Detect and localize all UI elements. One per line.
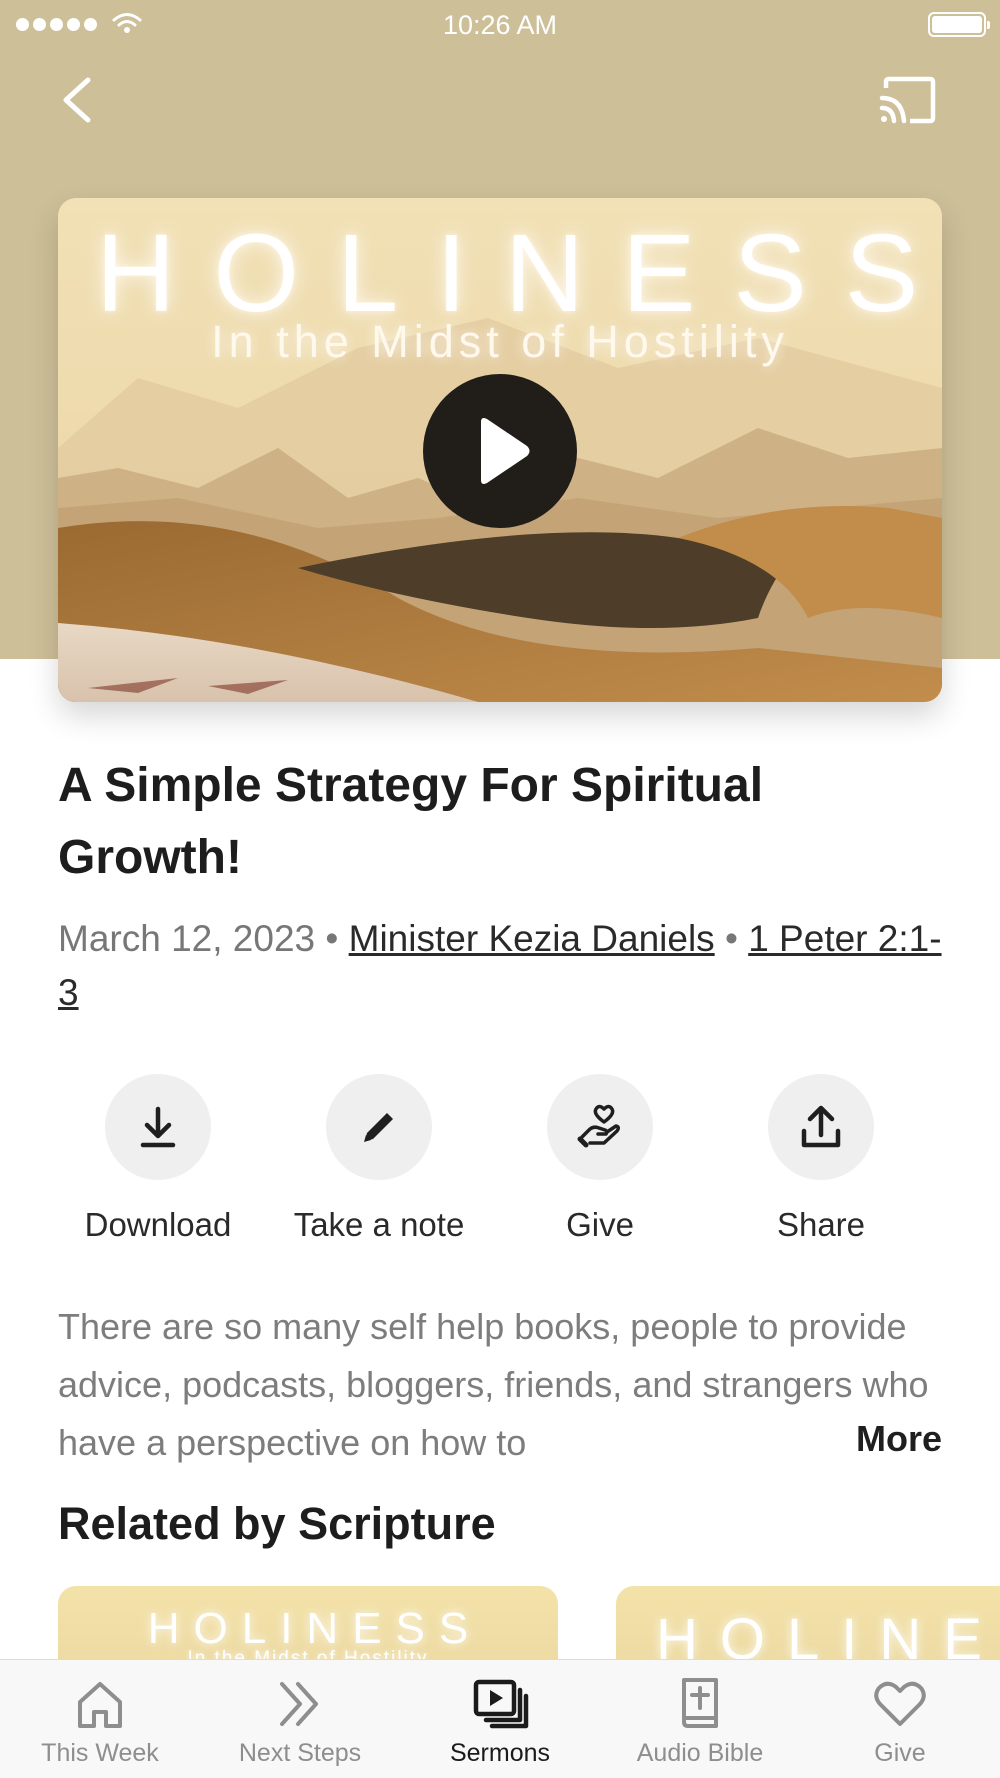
tab-sermons[interactable]: Sermons bbox=[400, 1660, 600, 1778]
tab-label: Sermons bbox=[449, 1739, 551, 1767]
sermon-date: March 12, 2023 bbox=[58, 918, 316, 959]
download-button[interactable]: Download bbox=[58, 1074, 258, 1244]
take-a-note-label: Take a note bbox=[293, 1206, 465, 1243]
share-label: Share bbox=[776, 1206, 866, 1243]
sermon-meta: March 12, 2023 • Minister Kezia Daniels … bbox=[58, 912, 948, 1020]
download-label: Download bbox=[84, 1206, 232, 1243]
give-label: Give bbox=[566, 1206, 634, 1243]
tab-label: Next Steps bbox=[238, 1739, 362, 1767]
cast-icon bbox=[879, 76, 936, 124]
tab-label: Audio Bible bbox=[636, 1739, 764, 1767]
related-card-title: HOLINESS bbox=[147, 1604, 483, 1653]
share-button[interactable]: Share bbox=[721, 1074, 921, 1244]
pencil-icon bbox=[364, 1113, 393, 1142]
meta-separator: • bbox=[325, 918, 339, 959]
play-icon bbox=[481, 418, 530, 484]
tab-give[interactable]: Give bbox=[800, 1660, 1000, 1778]
back-button[interactable] bbox=[56, 70, 102, 130]
download-icon bbox=[140, 1106, 176, 1148]
giving-hand-heart-icon bbox=[577, 1104, 621, 1148]
status-bar: 10:26 AM bbox=[0, 0, 1000, 50]
take-a-note-button[interactable]: Take a note bbox=[279, 1074, 479, 1244]
tab-label: Give bbox=[874, 1739, 926, 1767]
give-button[interactable]: Give bbox=[500, 1074, 700, 1244]
bible-icon bbox=[682, 1678, 718, 1728]
artwork-subtitle: In the Midst of Hostility bbox=[211, 316, 789, 367]
heart-icon bbox=[874, 1681, 926, 1726]
more-button[interactable]: More bbox=[856, 1418, 942, 1460]
tab-next-steps[interactable]: Next Steps bbox=[200, 1660, 400, 1778]
share-icon bbox=[801, 1105, 841, 1148]
tab-bar: This Week Next Steps Sermons Audio Bible… bbox=[0, 1659, 1000, 1778]
video-stack-icon bbox=[473, 1679, 529, 1729]
home-icon bbox=[78, 1682, 122, 1728]
speaker-link[interactable]: Minister Kezia Daniels bbox=[349, 918, 715, 959]
play-button[interactable] bbox=[423, 374, 577, 528]
status-time: 10:26 AM bbox=[442, 10, 558, 40]
sermon-artwork: HOLINESS In the Midst of Hostility bbox=[58, 198, 942, 702]
double-chevron-right-icon bbox=[280, 1682, 318, 1726]
sermon-title: A Simple Strategy For Spiritual Growth! bbox=[58, 759, 764, 884]
related-heading: Related by Scripture bbox=[58, 1498, 496, 1549]
cast-button[interactable] bbox=[878, 76, 938, 126]
sermon-description: There are so many self help books, peopl… bbox=[58, 1298, 942, 1474]
tab-label: This Week bbox=[41, 1739, 159, 1767]
action-buttons: Download Take a note Give Share bbox=[58, 1074, 942, 1254]
meta-separator: • bbox=[724, 918, 738, 959]
tab-audio-bible[interactable]: Audio Bible bbox=[600, 1660, 800, 1778]
chevron-left-icon bbox=[63, 77, 91, 123]
battery-icon bbox=[928, 12, 990, 37]
tab-this-week[interactable]: This Week bbox=[0, 1660, 200, 1778]
